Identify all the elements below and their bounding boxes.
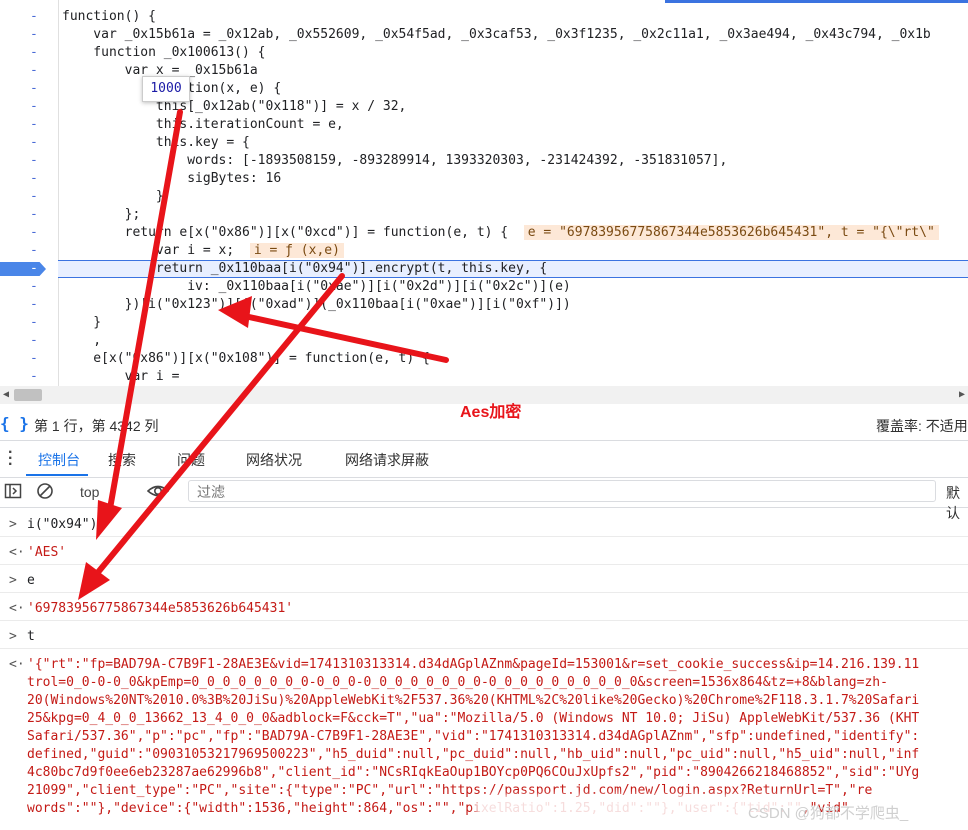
input-prompt-icon: > [9,517,17,532]
result-arrow-icon: <· [9,657,25,672]
code-line: sigBytes: 16 [62,171,282,186]
drawer-tabs: · · · 控制台 搜索 问题 网络状况 网络请求屏蔽 [0,440,968,478]
console-result-row[interactable]: <· '69783956775867344e5853626b645431' [0,592,968,621]
code-line-key-words: words: [-1893508159, -893289914, 1393320… [62,153,728,168]
code-line: })[i("0x123")][i("0xad")](_0x110baa[i("0… [62,297,571,312]
gutter-line[interactable]: - [0,224,58,242]
gutter-line[interactable]: - [0,332,58,350]
code-line: function _0x100613() { [62,45,266,60]
tab-console[interactable]: 控制台 [38,450,80,470]
gutter-line[interactable]: - [0,170,58,188]
tab-search[interactable]: 搜索 [108,450,136,470]
scroll-right-icon[interactable]: ▶ [959,389,965,400]
code-line: function() { [62,9,156,24]
context-selector[interactable]: top [80,484,99,500]
console-output[interactable]: > i("0x94") <· 'AES' > e <· '69783956775… [0,508,968,830]
gutter-line[interactable]: - [0,152,58,170]
result-arrow-icon: <· [9,601,25,616]
live-expression-eye-icon[interactable] [146,482,170,505]
console-input-row[interactable]: > e [0,564,968,593]
gutter-line[interactable]: - [0,44,58,62]
gutter-line[interactable]: - [0,350,58,368]
cursor-position: 第 1 行，第 4342 列 [34,418,159,434]
code-line: } [62,315,102,330]
console-input-row[interactable]: > t [0,620,968,649]
code-line: var i = [62,369,180,384]
gutter-line[interactable]: - [0,368,58,386]
code-line: this.key = { [62,135,250,150]
hover-value-tooltip: 1000 [142,76,190,102]
json-result[interactable]: '{"rt":"fp=BAD79A-C7B9F1-28AE3E&vid=1741… [27,656,968,818]
gutter-line[interactable]: - [0,8,58,26]
gutter-line[interactable]: - [0,26,58,44]
inline-value-i: i = ƒ (x,e) [249,243,344,258]
watermark: CSDN @狗都不学爬虫_ [748,805,909,822]
clear-console-icon[interactable] [36,482,54,505]
input-prompt-icon: > [9,629,17,644]
tab-network-request-blocking[interactable]: 网络请求屏蔽 [345,450,429,470]
coverage-status: 覆盖率: 不适用 [876,418,968,434]
tab-network-conditions[interactable]: 网络状况 [246,450,302,470]
pretty-print-icon[interactable]: { } [0,414,29,433]
code-line: e[x("0x86")][x("0x108")] = function(e, t… [62,351,430,366]
source-editor[interactable]: - - - - - - - - - - - - - - - - - - - - … [0,0,968,386]
gutter-line[interactable]: - [0,242,58,260]
gutter-line[interactable]: - [0,206,58,224]
gutter-line[interactable]: - [0,314,58,332]
more-options-icon[interactable]: · · · [8,445,13,473]
code-line: return e[x("0x86")][x("0xcd")] = functio… [62,224,939,242]
paused-execution-line: return _0x110baa[i("0x94")].encrypt(t, t… [58,260,968,278]
annotation-label: Aes加密 [460,404,522,421]
scrollbar-thumb[interactable] [14,389,42,401]
active-tab-underline [26,474,88,476]
gutter-line[interactable]: - [0,98,58,116]
gutter-line[interactable]: - [0,188,58,206]
line-gutter: - - - - - - - - - - - - - - - - - - - - … [0,0,59,386]
breakpoint-marker[interactable]: - [0,260,58,278]
tab-issues[interactable]: 问题 [177,450,205,470]
code-line: , [62,333,102,348]
console-result-row[interactable]: <· 'AES' [0,536,968,565]
code-line: iv: _0x110baa[i("0xae")][i("0x2d")][i("0… [62,279,571,294]
gutter-line[interactable]: - [0,278,58,296]
console-toolbar: top 过滤 默认 [0,477,968,521]
code-area[interactable]: function() { var _0x15b61a = _0x12ab, _0… [58,0,968,386]
input-prompt-icon: > [9,573,17,588]
code-line: var _0x15b61a = _0x12ab, _0x552609, _0x5… [62,27,931,42]
code-line: } [62,189,164,204]
code-line-iteration-count: this.iterationCount = e, [62,117,344,132]
sidebar-toggle-icon[interactable] [4,482,22,505]
code-line: var i = x; i = ƒ (x,e) [62,242,344,260]
gutter-line[interactable]: - [0,116,58,134]
result-arrow-icon: <· [9,545,25,560]
gutter-line[interactable]: - [0,296,58,314]
scroll-left-icon[interactable]: ◀ [3,389,9,400]
code-line: this[_0x12ab("0x118")] = x / 32, [62,99,407,114]
code-line: }; [62,207,141,222]
gutter-line[interactable]: - [0,80,58,98]
inline-value-e-t: e = "69783956775867344e5853626b645431", … [523,225,939,240]
gutter-line[interactable]: - [0,62,58,80]
gutter-line[interactable]: - [0,134,58,152]
filter-input[interactable]: 过滤 [188,480,936,502]
console-input-row[interactable]: > i("0x94") [0,508,968,537]
